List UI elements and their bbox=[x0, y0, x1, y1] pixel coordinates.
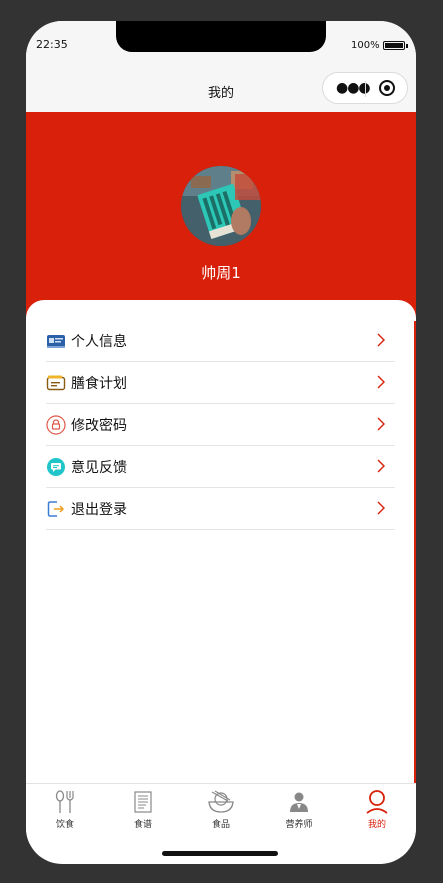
tab-label: 食谱 bbox=[133, 820, 152, 830]
menu-item-label: 退出登录 bbox=[71, 502, 127, 518]
menu-card: 个人信息 膳食计划 修改密码 意见反馈 退出登录 bbox=[26, 300, 416, 785]
chevron-right-icon bbox=[377, 417, 385, 431]
capsule-divider bbox=[365, 81, 366, 97]
menu-item-profile[interactable]: 个人信息 bbox=[46, 320, 395, 362]
lock-icon bbox=[46, 415, 66, 435]
menu-item-feedback[interactable]: 意见反馈 bbox=[46, 446, 395, 488]
wallet-icon bbox=[46, 375, 66, 391]
status-bar: 22:35 100% bbox=[26, 21, 416, 71]
menu-item-label: 膳食计划 bbox=[71, 376, 127, 392]
chevron-right-icon bbox=[377, 375, 385, 389]
avatar[interactable] bbox=[181, 166, 261, 246]
tab-label: 食品 bbox=[211, 820, 230, 830]
status-time: 22:35 bbox=[36, 38, 68, 51]
mini-program-capsule[interactable]: ●●● bbox=[322, 72, 408, 104]
tab-label: 我的 bbox=[367, 820, 386, 830]
chevron-right-icon bbox=[377, 333, 385, 347]
menu-item-label: 意见反馈 bbox=[71, 460, 127, 476]
bowl-icon bbox=[208, 790, 234, 813]
phone-frame: 22:35 100% 我的 ●●● 帅周1 个人信息 膳食计划 修改密码 意见反… bbox=[26, 21, 416, 864]
battery-percent: 100% bbox=[351, 40, 380, 51]
tab-diet[interactable]: 饮食 bbox=[26, 789, 104, 839]
profile-header: 帅周1 bbox=[26, 112, 416, 322]
tab-nutritionist[interactable]: 营养师 bbox=[260, 789, 338, 839]
id-card-icon bbox=[47, 335, 65, 348]
recipe-book-icon bbox=[134, 791, 152, 813]
menu-item-diet-plan[interactable]: 膳食计划 bbox=[46, 362, 395, 404]
menu-item-label: 修改密码 bbox=[71, 418, 127, 434]
chevron-right-icon bbox=[377, 501, 385, 515]
home-indicator[interactable] bbox=[162, 851, 278, 856]
notch bbox=[116, 21, 326, 52]
tab-mine[interactable]: 我的 bbox=[338, 789, 416, 839]
close-target-icon[interactable] bbox=[379, 80, 395, 96]
battery-icon bbox=[383, 41, 408, 50]
nav-bar: 我的 ●●● bbox=[26, 71, 416, 112]
tab-bar: 饮食 食谱 食品 营养师 我的 bbox=[26, 783, 416, 844]
tab-foods[interactable]: 食品 bbox=[182, 789, 260, 839]
menu-item-logout[interactable]: 退出登录 bbox=[46, 488, 395, 530]
menu-list: 个人信息 膳食计划 修改密码 意见反馈 退出登录 bbox=[46, 320, 395, 530]
menu-item-label: 个人信息 bbox=[71, 334, 127, 350]
tab-label: 营养师 bbox=[285, 820, 313, 830]
chat-bubble-icon bbox=[47, 458, 65, 476]
menu-item-change-password[interactable]: 修改密码 bbox=[46, 404, 395, 446]
username: 帅周1 bbox=[201, 264, 241, 282]
tab-recipes[interactable]: 食谱 bbox=[104, 789, 182, 839]
nutritionist-icon bbox=[290, 792, 308, 812]
fork-spoon-icon bbox=[55, 790, 74, 813]
logout-icon bbox=[47, 501, 65, 517]
user-icon bbox=[366, 790, 388, 814]
avatar-image bbox=[181, 166, 261, 246]
chevron-right-icon bbox=[377, 459, 385, 473]
card-edge-accent bbox=[414, 321, 416, 785]
tab-label: 饮食 bbox=[55, 820, 74, 830]
